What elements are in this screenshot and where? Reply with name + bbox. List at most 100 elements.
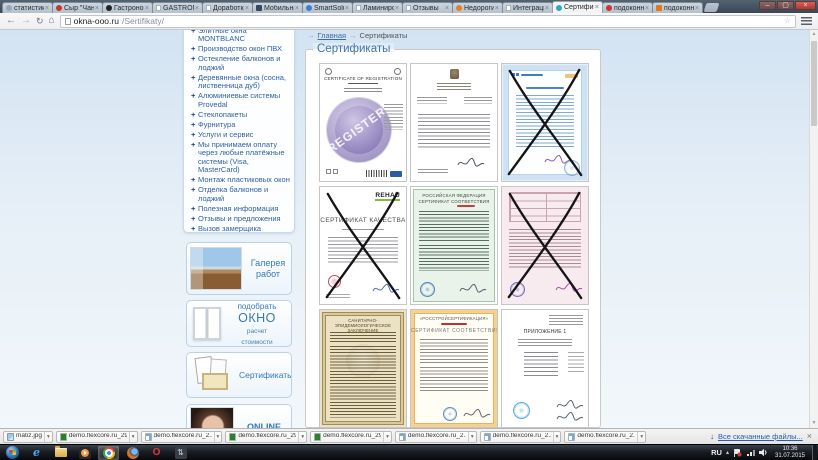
taskbar-app-chrome[interactable] bbox=[98, 446, 119, 460]
tab-close-icon[interactable]: × bbox=[395, 5, 399, 12]
sidebar-menu-item[interactable]: +Деревянные окна (сосна, лиственница дуб… bbox=[191, 74, 290, 91]
tab-close-icon[interactable]: × bbox=[595, 4, 599, 11]
taskbar-app-updown[interactable]: ⇅ bbox=[170, 446, 191, 460]
taskbar-app-explorer[interactable] bbox=[50, 446, 71, 460]
download-item[interactable]: matiz.jpg▾ bbox=[3, 431, 53, 443]
download-caret-icon[interactable]: ▾ bbox=[468, 432, 476, 442]
certificate-thumbnail[interactable]: ПРИЛОЖЕНИЕ 1 bbox=[501, 309, 589, 428]
browser-tab[interactable]: подоконни× bbox=[652, 2, 703, 13]
downloads-bar-close-icon[interactable]: × bbox=[807, 432, 812, 441]
sidebar-menu-item[interactable]: +Мы принимаем оплату через любые платёжн… bbox=[191, 141, 290, 175]
chrome-menu-icon[interactable] bbox=[801, 17, 812, 25]
action-center-flag-icon[interactable] bbox=[733, 448, 742, 457]
hidden-icons-arrow[interactable]: ▴ bbox=[726, 449, 729, 456]
window-close-button[interactable]: × bbox=[795, 1, 816, 10]
back-button-icon[interactable]: ← bbox=[6, 16, 16, 26]
browser-tab[interactable]: Сертифика× bbox=[552, 1, 603, 13]
tab-close-icon[interactable]: × bbox=[45, 5, 49, 12]
tab-close-icon[interactable]: × bbox=[195, 5, 199, 12]
browser-tab[interactable]: Сыр "Чанах"× bbox=[52, 2, 103, 13]
taskbar-app-ie[interactable]: e bbox=[26, 446, 47, 460]
sidebar-menu-item[interactable]: +Вызов замерщика bbox=[191, 225, 290, 234]
taskbar-app-opera[interactable]: O bbox=[146, 446, 167, 460]
download-item[interactable]: demo.flexcore.ru_2....html▾ bbox=[141, 431, 223, 443]
browser-tab[interactable]: SmartSoluti× bbox=[302, 2, 353, 13]
browser-tab[interactable]: Гастрономи× bbox=[102, 2, 153, 13]
browser-tab[interactable]: статистика× bbox=[2, 2, 53, 13]
sidebar-menu-item[interactable]: +Монтаж пластиковых окон bbox=[191, 176, 290, 185]
breadcrumb-home-link[interactable]: Главная bbox=[318, 32, 347, 40]
download-caret-icon[interactable]: ▾ bbox=[214, 432, 222, 442]
browser-tab[interactable]: Интеграции× bbox=[502, 2, 553, 13]
browser-tab[interactable]: подоконни× bbox=[602, 2, 653, 13]
sidebar-menu-item[interactable]: +Производство окон ПВХ bbox=[191, 45, 290, 54]
refresh-button-icon[interactable]: ↻ bbox=[36, 17, 44, 26]
show-desktop-button[interactable] bbox=[812, 445, 817, 460]
download-caret-icon[interactable]: ▾ bbox=[637, 432, 645, 442]
language-indicator[interactable]: RU bbox=[711, 448, 722, 457]
tab-close-icon[interactable]: × bbox=[495, 5, 499, 12]
window-calculator-widget[interactable]: подобрать ОКНО расчет стоимости bbox=[186, 300, 292, 347]
download-caret-icon[interactable]: ▾ bbox=[383, 432, 391, 442]
tab-close-icon[interactable]: × bbox=[695, 5, 699, 12]
certificates-widget[interactable]: Сертификаты bbox=[186, 352, 292, 398]
network-icon[interactable] bbox=[746, 448, 755, 457]
window-minimize-button[interactable]: – bbox=[759, 1, 776, 10]
sidebar-menu-item[interactable]: +Стеклопакеты bbox=[191, 111, 290, 120]
sidebar-menu-item[interactable]: +Отделка балконов и лоджий bbox=[191, 186, 290, 203]
show-all-downloads-link[interactable]: Все скачанные файлы... bbox=[718, 433, 803, 441]
download-item[interactable]: demo.flexcore.ru_29....csv▾ bbox=[225, 431, 307, 443]
home-button-icon[interactable]: ⌂ bbox=[49, 16, 55, 26]
sidebar-menu-item[interactable]: +Фурнитура bbox=[191, 121, 290, 130]
tab-close-icon[interactable]: × bbox=[145, 5, 149, 12]
tab-close-icon[interactable]: × bbox=[345, 5, 349, 12]
certificate-thumbnail[interactable]: РОССИЙСКАЯ ФЕДЕРАЦИЯ СЕРТИФИКАТ СООТВЕТС… bbox=[410, 186, 498, 305]
download-caret-icon[interactable]: ▾ bbox=[298, 432, 306, 442]
taskbar-app-player[interactable] bbox=[74, 446, 95, 460]
sidebar-menu-item[interactable]: +Остекление балконов и лоджий bbox=[191, 55, 290, 72]
sidebar-menu-item[interactable]: +Элитные окна MONTBLANC bbox=[191, 30, 290, 44]
taskbar-app-start[interactable] bbox=[2, 446, 23, 460]
scroll-up-icon[interactable]: ▲ bbox=[810, 30, 818, 39]
taskbar-clock[interactable]: 10:36 31.07.2015 bbox=[772, 446, 808, 460]
tab-close-icon[interactable]: × bbox=[95, 5, 99, 12]
certificate-thumbnail[interactable]: REHAU СЕРТИФИКАТ КАЧЕСТВА bbox=[319, 186, 407, 305]
tab-close-icon[interactable]: × bbox=[295, 5, 299, 12]
gallery-widget[interactable]: Галерея работ bbox=[186, 242, 292, 295]
browser-tab[interactable]: Недорогие× bbox=[452, 2, 503, 13]
download-caret-icon[interactable]: ▾ bbox=[44, 432, 52, 442]
tab-close-icon[interactable]: × bbox=[245, 5, 249, 12]
browser-tab[interactable]: Ламиниро× bbox=[352, 2, 403, 13]
speaker-icon[interactable] bbox=[759, 448, 768, 457]
download-caret-icon[interactable]: ▾ bbox=[129, 432, 137, 442]
browser-tab[interactable]: Доработки× bbox=[202, 2, 253, 13]
browser-tab[interactable]: Мобильный× bbox=[252, 2, 303, 13]
certificate-thumbnail[interactable] bbox=[410, 63, 498, 182]
sidebar-menu-item[interactable]: +Отзывы и предложения bbox=[191, 215, 290, 224]
download-item[interactable]: demo.flexcore.ru_2....html▾ bbox=[480, 431, 562, 443]
sidebar-menu-item[interactable]: +Полезная информация bbox=[191, 205, 290, 214]
download-item[interactable]: demo.flexcore.ru_2....html▾ bbox=[395, 431, 477, 443]
window-maximize-button[interactable]: ▢ bbox=[777, 1, 794, 10]
taskbar-app-firefox[interactable] bbox=[122, 446, 143, 460]
page-scrollbar[interactable]: ▲ ▼ bbox=[809, 30, 818, 428]
download-item[interactable]: demo.flexcore.ru_29....csv▾ bbox=[56, 431, 138, 443]
online-consultant-widget[interactable]: ONLINE bbox=[186, 404, 292, 428]
new-tab-button[interactable] bbox=[704, 3, 720, 12]
scroll-down-icon[interactable]: ▼ bbox=[810, 419, 818, 428]
tab-close-icon[interactable]: × bbox=[645, 5, 649, 12]
certificate-thumbnail[interactable] bbox=[501, 63, 589, 182]
certificate-thumbnail[interactable] bbox=[501, 186, 589, 305]
download-caret-icon[interactable]: ▾ bbox=[553, 432, 561, 442]
download-item[interactable]: demo.flexcore.ru_29....csv▾ bbox=[310, 431, 392, 443]
scrollbar-thumb[interactable] bbox=[811, 41, 817, 126]
address-bar[interactable]: okna-ooo.ru/Sertifikaty/ ☆ bbox=[60, 15, 796, 28]
download-item[interactable]: demo.flexcore.ru_2....html▾ bbox=[564, 431, 646, 443]
sidebar-menu-item[interactable]: +Алюминиевые системы Provedal bbox=[191, 92, 290, 109]
browser-tab[interactable]: Отзывы× bbox=[402, 2, 453, 13]
tab-close-icon[interactable]: × bbox=[445, 5, 449, 12]
sidebar-menu-item[interactable]: +Услуги и сервис bbox=[191, 131, 290, 140]
bookmark-star-icon[interactable]: ☆ bbox=[784, 17, 791, 25]
forward-button-icon[interactable]: → bbox=[21, 16, 31, 26]
browser-tab[interactable]: GASTRONOM× bbox=[152, 2, 203, 13]
